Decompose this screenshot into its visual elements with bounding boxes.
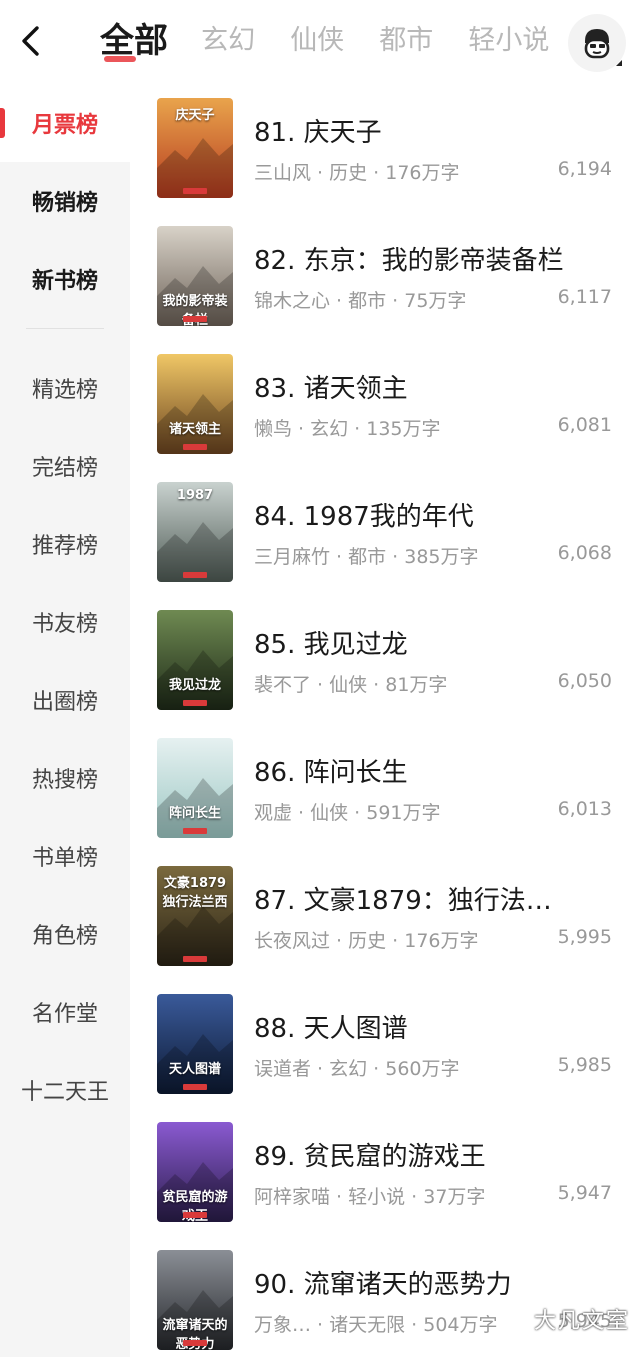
list-item[interactable]: 庆天子 81. 庆天子三山风 · 历史 · 176万字 6,194 — [130, 84, 640, 212]
book-title[interactable]: 85. 我见过龙 — [254, 624, 614, 661]
publisher-badge — [183, 1084, 207, 1090]
cover-title-text: 天人图谱 — [168, 1062, 221, 1077]
book-meta: 误道者 · 玄幻 · 560万字 — [254, 1058, 460, 1080]
category-tabs: 全部 玄幻 仙侠 都市 轻小说 — [100, 16, 554, 68]
book-title[interactable]: 82. 东京：我的影帝装备栏 — [254, 240, 614, 277]
sidebar-item-featured[interactable]: 精选榜 — [0, 349, 130, 427]
book-cover[interactable]: 贫民窟的游戏王 — [157, 1122, 233, 1222]
publisher-badge — [183, 188, 207, 194]
book-title[interactable]: 90. 流窜诸天的恶势力 — [254, 1264, 614, 1301]
cover-title-text: 诸天领主 — [168, 422, 221, 437]
sidebar-item-bestseller[interactable]: 畅销榜 — [0, 162, 130, 240]
dropdown-corner-icon — [616, 60, 622, 66]
book-title[interactable]: 86. 阵问长生 — [254, 752, 614, 789]
watermark-text: 大凡文室 — [533, 1309, 630, 1334]
book-cover[interactable]: 我见过龙 — [157, 610, 233, 710]
list-item[interactable]: 阵问长生 86. 阵问长生观虚 · 仙侠 · 591万字 6,013 — [130, 724, 640, 852]
cover-title-text: 1987 — [176, 488, 214, 503]
tab-dushi[interactable]: 都市 — [379, 16, 433, 66]
book-meta: 三山风 · 历史 · 176万字 — [254, 162, 460, 184]
book-title[interactable]: 87. 文豪1879：独行法… — [254, 880, 614, 917]
publisher-badge — [183, 828, 207, 834]
book-cover[interactable]: 阵问长生 — [157, 738, 233, 838]
sidebar-item-twelve-kings[interactable]: 十二天王 — [0, 1051, 130, 1129]
sidebar-item-booklist[interactable]: 书单榜 — [0, 817, 130, 895]
ticket-count: 6,194 — [557, 158, 612, 180]
publisher-badge — [183, 316, 207, 322]
cover-art — [157, 354, 233, 454]
sidebar-divider — [26, 328, 104, 329]
ranking-sidebar: 月票榜 畅销榜 新书榜 精选榜 完结榜 推荐榜 书友榜 出圈榜 热搜榜 书单榜 … — [0, 84, 130, 1357]
ticket-count: 5,985 — [557, 1054, 612, 1076]
sidebar-item-new-books[interactable]: 新书榜 — [0, 240, 130, 318]
publisher-badge — [183, 700, 207, 706]
book-title[interactable]: 88. 天人图谱 — [254, 1008, 614, 1045]
sidebar-item-hot-search[interactable]: 热搜榜 — [0, 739, 130, 817]
cover-art — [157, 994, 233, 1094]
sidebar-item-characters[interactable]: 角色榜 — [0, 895, 130, 973]
top-bar: 全部 玄幻 仙侠 都市 轻小说 — [0, 0, 640, 84]
list-item[interactable]: 贫民窟的游戏王 89. 贫民窟的游戏王阿梓家喵 · 轻小说 · 37万字 5,947 — [130, 1108, 640, 1236]
cover-art — [157, 738, 233, 838]
cover-title-text: 我见过龙 — [168, 678, 221, 693]
book-cover[interactable]: 流窜诸天的恶势力 — [157, 1250, 233, 1350]
book-meta: 观虚 · 仙侠 · 591万字 — [254, 802, 441, 824]
book-title[interactable]: 83. 诸天领主 — [254, 368, 614, 405]
ticket-count: 6,050 — [557, 670, 612, 692]
book-meta: 阿梓家喵 · 轻小说 · 37万字 — [254, 1186, 486, 1208]
book-cover[interactable]: 1987 — [157, 482, 233, 582]
back-button[interactable] — [14, 24, 46, 58]
cover-title-text: 庆天子 — [175, 108, 215, 123]
ticket-count: 6,013 — [557, 798, 612, 820]
book-title[interactable]: 89. 贫民窟的游戏王 — [254, 1136, 614, 1173]
cover-title-text: 阵问长生 — [168, 806, 221, 821]
back-arrow-icon — [22, 26, 39, 56]
book-cover[interactable]: 庆天子 — [157, 98, 233, 198]
tab-xianxia[interactable]: 仙侠 — [290, 16, 344, 66]
sidebar-item-monthly-ticket[interactable]: 月票榜 — [0, 84, 130, 162]
publisher-badge — [183, 1212, 207, 1218]
tab-xuanhuan[interactable]: 玄幻 — [201, 16, 255, 66]
sidebar-item-recommended[interactable]: 推荐榜 — [0, 505, 130, 583]
publisher-badge — [183, 444, 207, 450]
avatar[interactable] — [568, 14, 626, 72]
book-meta: 懒鸟 · 玄幻 · 135万字 — [254, 418, 441, 440]
book-cover[interactable]: 文豪1879 独行法兰西 — [157, 866, 233, 966]
book-meta: 锦木之心 · 都市 · 75万字 — [254, 290, 467, 312]
book-meta: 万象… · 诸天无限 · 504万字 — [254, 1314, 498, 1336]
ticket-count: 6,117 — [557, 286, 612, 308]
book-meta: 三月麻竹 · 都市 · 385万字 — [254, 546, 479, 568]
list-item[interactable]: 诸天领主 83. 诸天领主懒鸟 · 玄幻 · 135万字 6,081 — [130, 340, 640, 468]
book-ranking-list: 庆天子 81. 庆天子三山风 · 历史 · 176万字 6,194 我的影帝装备栏 82… — [130, 84, 640, 1357]
sidebar-item-completed[interactable]: 完结榜 — [0, 427, 130, 505]
book-title[interactable]: 84. 1987我的年代 — [254, 496, 614, 533]
cover-title-text: 文豪1879 独行法兰西 — [162, 876, 228, 910]
list-item[interactable]: 1987 84. 1987我的年代三月麻竹 · 都市 · 385万字 6,068 — [130, 468, 640, 596]
list-item[interactable]: 天人图谱 88. 天人图谱误道者 · 玄幻 · 560万字 5,985 — [130, 980, 640, 1108]
ticket-count: 5,947 — [557, 1182, 612, 1204]
book-cover[interactable]: 我的影帝装备栏 — [157, 226, 233, 326]
sidebar-item-breakout[interactable]: 出圈榜 — [0, 661, 130, 739]
ticket-count: 5,995 — [557, 926, 612, 948]
cover-art — [157, 610, 233, 710]
book-meta: 长夜风过 · 历史 · 176万字 — [254, 930, 479, 952]
book-meta: 裴不了 · 仙侠 · 81万字 — [254, 674, 448, 696]
user-avatar-icon — [584, 29, 610, 59]
sidebar-item-hall-of-fame[interactable]: 名作堂 — [0, 973, 130, 1051]
list-item[interactable]: 我见过龙 85. 我见过龙裴不了 · 仙侠 · 81万字 6,050 — [130, 596, 640, 724]
list-item[interactable]: 流窜诸天的恶势力90. 流窜诸天的恶势力万象… · 诸天无限 · 504万字5,… — [130, 1236, 640, 1357]
tab-all[interactable]: 全部 — [100, 16, 168, 66]
ticket-count: 6,068 — [557, 542, 612, 564]
book-cover[interactable]: 诸天领主 — [157, 354, 233, 454]
book-title[interactable]: 81. 庆天子 — [254, 112, 614, 149]
book-cover[interactable]: 天人图谱 — [157, 994, 233, 1094]
tab-light-novel[interactable]: 轻小说 — [468, 16, 549, 66]
list-item[interactable]: 我的影帝装备栏 82. 东京：我的影帝装备栏锦木之心 · 都市 · 75万字 6,1… — [130, 212, 640, 340]
list-item[interactable]: 文豪1879 独行法兰西 87. 文豪1879：独行法… 长夜风过 · 历史 · 1… — [130, 852, 640, 980]
ticket-count: 6,081 — [557, 414, 612, 436]
publisher-badge — [183, 1340, 207, 1346]
sidebar-item-reader-friends[interactable]: 书友榜 — [0, 583, 130, 661]
publisher-badge — [183, 956, 207, 962]
publisher-badge — [183, 572, 207, 578]
